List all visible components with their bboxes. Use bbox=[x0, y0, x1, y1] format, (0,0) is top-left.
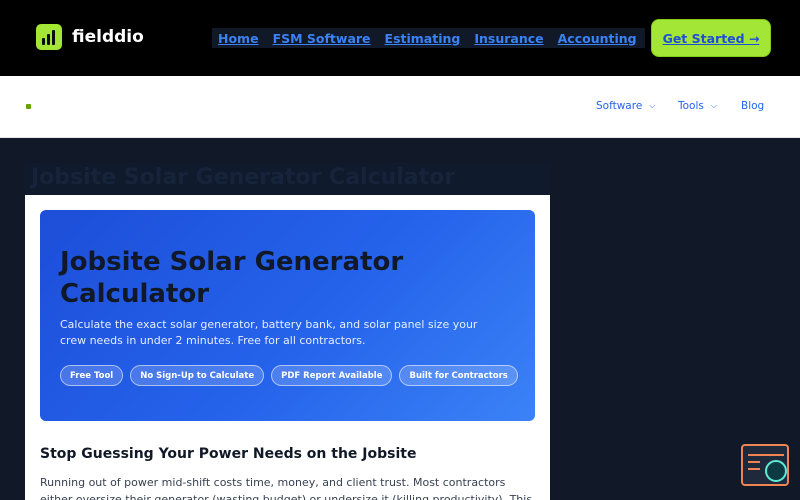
page-title-ghost: Jobsite Solar Generator Calculator bbox=[31, 165, 456, 190]
bar-chart-icon bbox=[36, 24, 62, 50]
get-started-button[interactable]: Get Started → bbox=[652, 20, 770, 56]
nav-insurance[interactable]: Insurance bbox=[474, 31, 543, 46]
subnav-blog-label: Blog bbox=[741, 100, 765, 112]
hero-banner: Jobsite Solar Generator Calculator Calcu… bbox=[40, 210, 535, 421]
page-title-band: Jobsite Solar Generator Calculator bbox=[25, 163, 550, 195]
nav-estimating[interactable]: Estimating bbox=[385, 31, 461, 46]
subnav-software-label: Software bbox=[596, 100, 643, 112]
nav-fsm-software[interactable]: FSM Software bbox=[273, 31, 371, 46]
secondary-nav: Software ⌵ Tools ⌵ Blog bbox=[0, 76, 800, 138]
search-icon bbox=[765, 460, 787, 482]
brand-name: fielddio bbox=[72, 27, 144, 47]
page-title: Jobsite Solar Generator Calculator bbox=[60, 247, 404, 309]
chevron-down-icon: ⌵ bbox=[710, 101, 717, 110]
site-icon[interactable] bbox=[26, 104, 31, 109]
badge-contractors: Built for Contractors bbox=[399, 365, 518, 386]
section-paragraph: Running out of power mid-shift costs tim… bbox=[40, 476, 533, 500]
subnav-tools[interactable]: Tools ⌵ bbox=[678, 100, 717, 112]
main-card: Jobsite Solar Generator Calculator Calcu… bbox=[25, 195, 550, 500]
subnav-tools-label: Tools bbox=[678, 100, 704, 112]
section-heading: Stop Guessing Your Power Needs on the Jo… bbox=[40, 446, 417, 462]
feature-badges: Free Tool No Sign-Up to Calculate PDF Re… bbox=[60, 365, 525, 386]
badge-no-signup: No Sign-Up to Calculate bbox=[130, 365, 265, 386]
terminal-search-icon[interactable] bbox=[741, 444, 789, 486]
nav-accounting[interactable]: Accounting bbox=[558, 31, 637, 46]
hero-description: Calculate the exact solar generator, bat… bbox=[60, 318, 478, 347]
subnav-software[interactable]: Software ⌵ bbox=[596, 100, 655, 112]
brand-logo[interactable]: fielddio bbox=[36, 24, 144, 50]
nav-home[interactable]: Home bbox=[218, 31, 259, 46]
badge-free-tool: Free Tool bbox=[60, 365, 124, 386]
top-header: fielddio Home FSM Software Estimating In… bbox=[0, 0, 800, 76]
subnav-blog[interactable]: Blog bbox=[741, 100, 764, 112]
chevron-down-icon: ⌵ bbox=[649, 101, 656, 110]
get-started-label: Get Started → bbox=[662, 30, 760, 46]
badge-pdf-report: PDF Report Available bbox=[271, 365, 393, 386]
primary-nav: Home FSM Software Estimating Insurance A… bbox=[212, 28, 645, 48]
